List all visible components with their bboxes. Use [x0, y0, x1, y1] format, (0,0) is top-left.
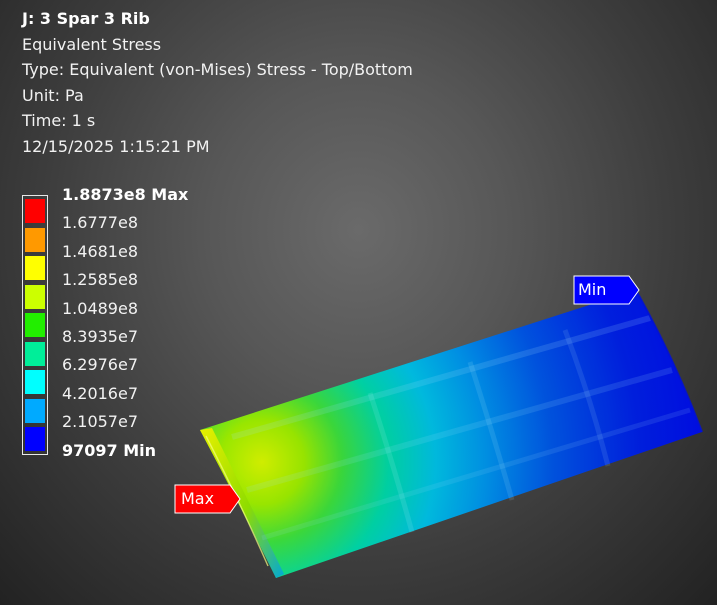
result-name: Equivalent Stress — [22, 34, 162, 54]
legend-swatch — [25, 227, 45, 252]
min-probe-text: Min — [578, 280, 607, 299]
legend-label: 1.6777e8 — [62, 213, 139, 233]
color-legend-bar[interactable] — [22, 195, 48, 455]
result-time: Time: 1 s — [22, 111, 96, 130]
graphics-viewport[interactable]: J: 3 Spar 3 Rib Equivalent Stress Type: … — [0, 0, 717, 605]
legend-swatch — [25, 370, 45, 395]
max-probe-label[interactable]: Max — [174, 484, 242, 514]
legend-swatch — [25, 313, 45, 338]
result-timestamp: 12/15/2025 1:15:21 PM — [22, 136, 210, 156]
legend-swatch — [25, 398, 45, 423]
result-title: J: 3 Spar 3 Rib — [22, 9, 150, 28]
legend-label: 4.2016e7 — [62, 383, 139, 403]
legend-label: 1.2585e8 — [62, 270, 139, 290]
legend-label: 6.2976e7 — [62, 355, 139, 375]
legend-swatch — [25, 199, 45, 223]
result-unit: Unit: Pa — [22, 85, 84, 105]
max-probe-text: Max — [181, 489, 215, 508]
legend-swatch — [25, 256, 45, 281]
legend-min-label: 97097 Min — [62, 440, 157, 460]
legend-label: 1.4681e8 — [62, 241, 139, 261]
min-probe-label[interactable]: Min — [573, 275, 641, 305]
legend-label: 1.0489e8 — [62, 298, 139, 318]
legend-max-label: 1.8873e8 Max — [62, 185, 189, 204]
legend-label: 2.1057e7 — [62, 412, 139, 432]
result-info-block: J: 3 Spar 3 Rib Equivalent Stress Type: … — [22, 6, 413, 159]
legend-swatch — [25, 284, 45, 309]
legend-swatch — [25, 341, 45, 366]
legend-swatch — [25, 427, 45, 452]
result-type: Type: Equivalent (von-Mises) Stress - To… — [22, 60, 413, 79]
legend-label: 8.3935e7 — [62, 327, 139, 346]
